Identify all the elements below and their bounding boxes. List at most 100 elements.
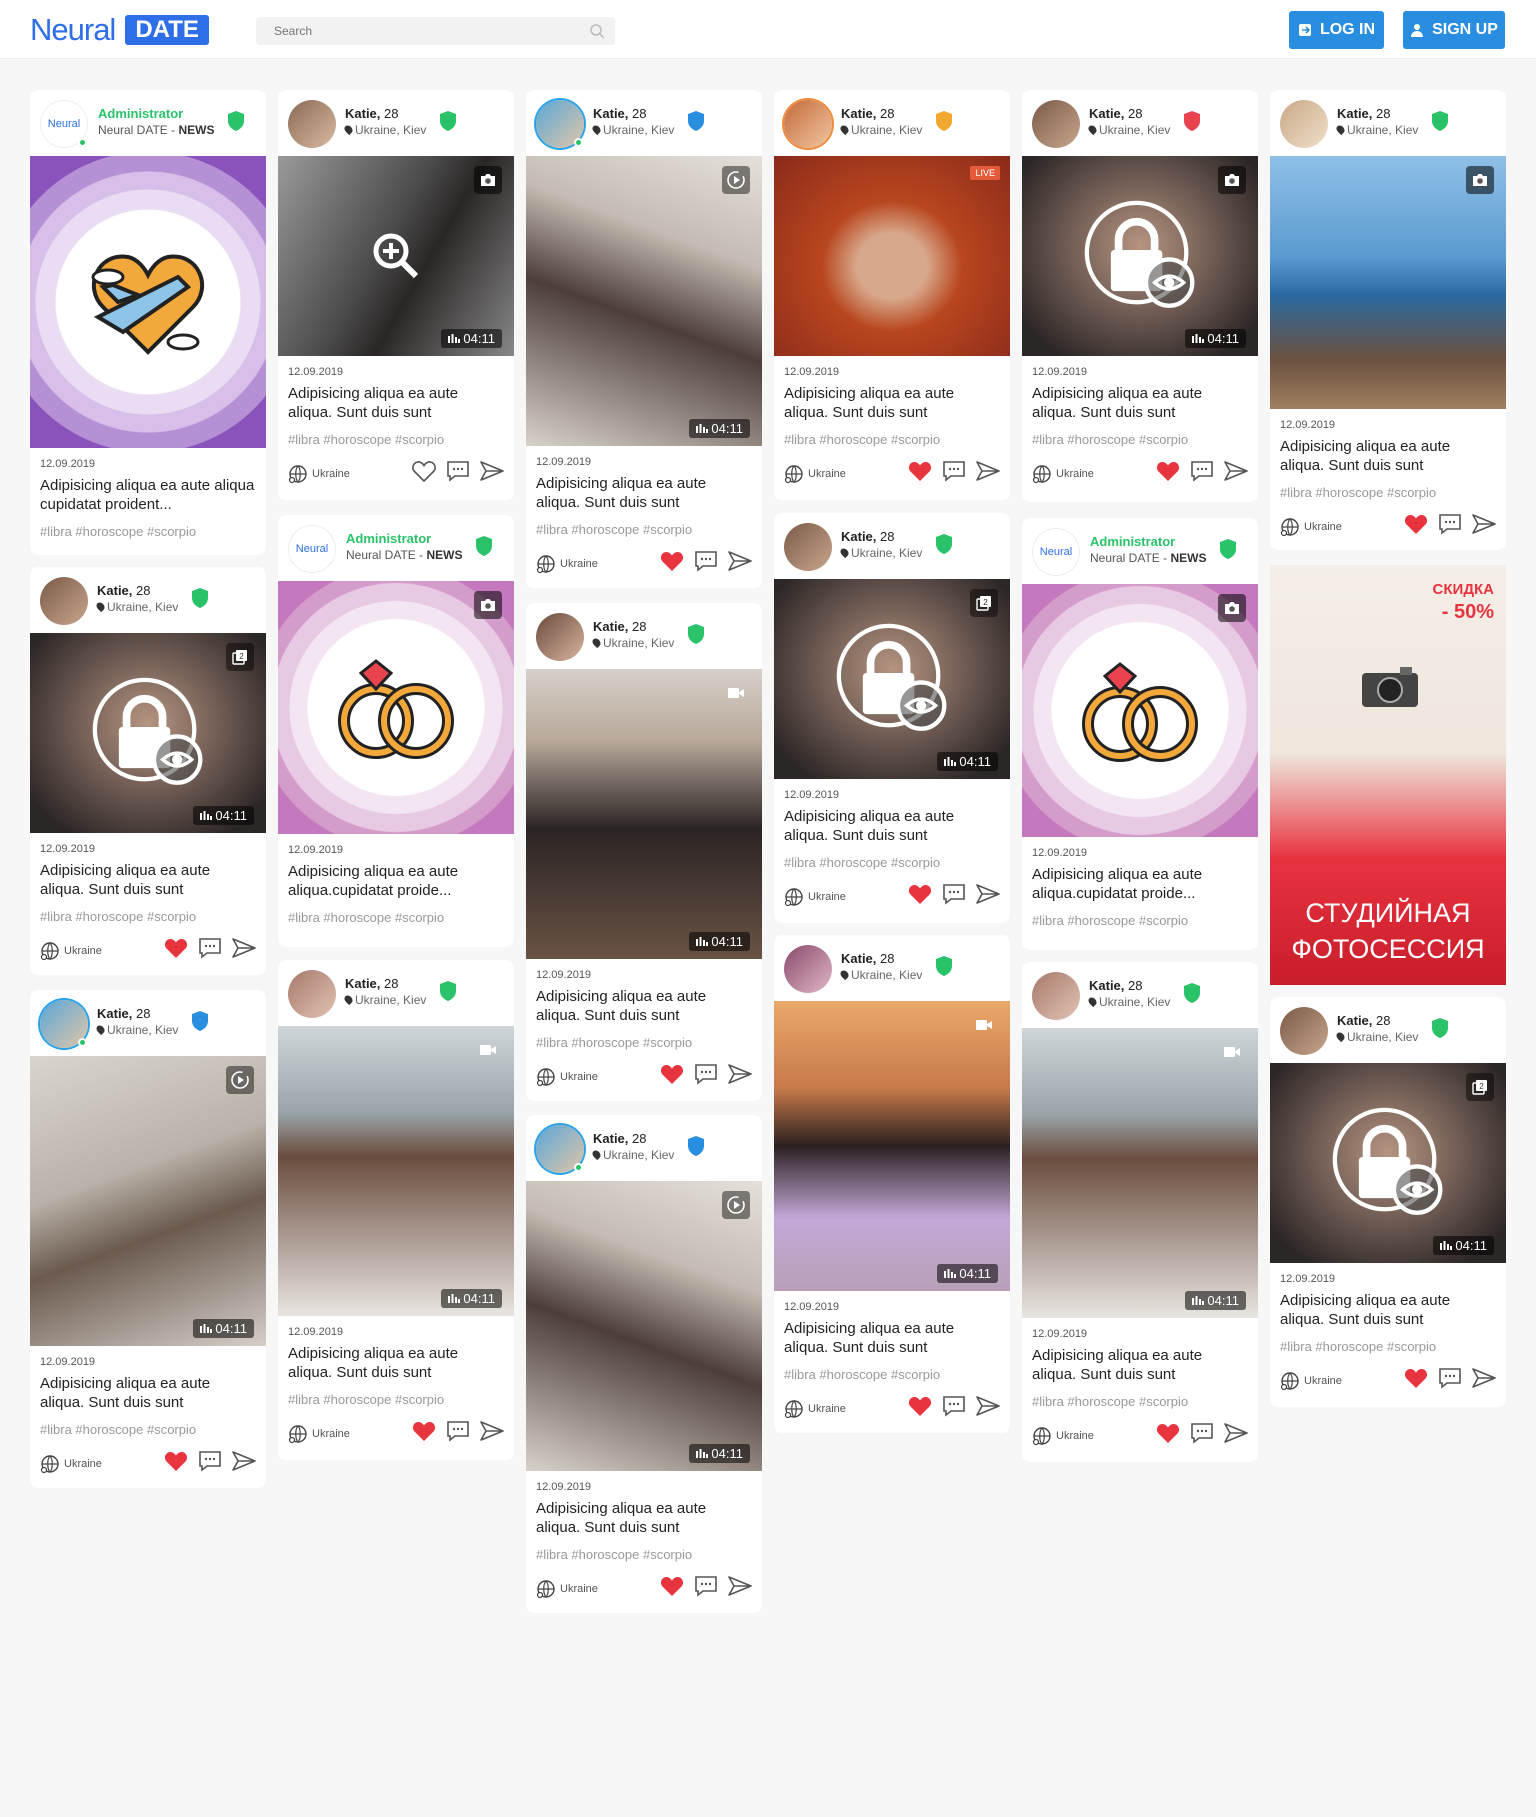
share-icon[interactable]: [1472, 513, 1496, 535]
post-video[interactable]: 04:11: [526, 156, 762, 446]
comment-icon[interactable]: [942, 883, 966, 905]
avatar[interactable]: [784, 945, 832, 993]
promo-banner[interactable]: СКИДКА - 50% СТУДИЙНАЯ ФОТОСЕССИЯ: [1270, 565, 1506, 985]
post-image[interactable]: [1022, 584, 1258, 837]
comment-icon[interactable]: [1438, 513, 1462, 535]
post-text[interactable]: Adipisicing aliqua ea aute aliqua. Sunt …: [536, 474, 752, 512]
share-icon[interactable]: [480, 1420, 504, 1442]
post-text[interactable]: Adipisicing aliqua ea aute aliqua. Sunt …: [1280, 437, 1496, 475]
post-tags[interactable]: #libra #horoscope #scorpio: [536, 1035, 752, 1050]
search-icon[interactable]: [589, 23, 605, 39]
post-tags[interactable]: #libra #horoscope #scorpio: [1032, 432, 1248, 447]
post-card[interactable]: Katie, 28 Ukraine, Kiev 04:11 12.09.2019…: [30, 567, 266, 975]
post-video[interactable]: 04:11: [1022, 1028, 1258, 1318]
like-heart-icon[interactable]: [908, 1395, 932, 1417]
locked-media[interactable]: 04:11: [30, 633, 266, 833]
replay-icon[interactable]: [722, 166, 750, 194]
post-text[interactable]: Adipisicing aliqua ea aute aliqua. Sunt …: [536, 987, 752, 1025]
live-stream[interactable]: LIVE: [774, 156, 1010, 356]
comment-icon[interactable]: [446, 1420, 470, 1442]
post-tags[interactable]: #libra #horoscope #scorpio: [1280, 1339, 1496, 1354]
user-name[interactable]: Katie, 28: [97, 1006, 151, 1021]
avatar[interactable]: [784, 100, 832, 148]
user-name[interactable]: Katie, 28: [593, 1131, 647, 1146]
post-text[interactable]: Adipisicing aliqua ea aute aliqua. Sunt …: [288, 384, 504, 422]
post-tags[interactable]: #libra #horoscope #scorpio: [40, 524, 256, 539]
signup-button[interactable]: SIGN UP: [1403, 11, 1505, 49]
comment-icon[interactable]: [694, 1575, 718, 1597]
post-tags[interactable]: #libra #horoscope #scorpio: [536, 522, 752, 537]
user-name[interactable]: Katie, 28: [345, 976, 399, 991]
share-icon[interactable]: [232, 937, 256, 959]
share-icon[interactable]: [976, 883, 1000, 905]
share-icon[interactable]: [728, 1575, 752, 1597]
locked-media[interactable]: 04:11: [1270, 1063, 1506, 1263]
news-card[interactable]: Neural Administrator Neural DATE - NEWS …: [278, 515, 514, 947]
search-input[interactable]: [256, 17, 556, 45]
avatar[interactable]: [40, 577, 88, 625]
comment-icon[interactable]: [198, 1450, 222, 1472]
post-card[interactable]: Katie, 28 Ukraine, Kiev 04:11 12.09.2019…: [774, 935, 1010, 1433]
like-heart-icon[interactable]: [1404, 1367, 1428, 1389]
post-card[interactable]: Katie, 28 Ukraine, Kiev 04:11 12.09.2019…: [774, 513, 1010, 923]
share-icon[interactable]: [976, 460, 1000, 482]
post-card[interactable]: Katie, 28 Ukraine, Kiev 04:11 12.09.2019…: [278, 960, 514, 1460]
avatar[interactable]: [288, 970, 336, 1018]
share-icon[interactable]: [728, 550, 752, 572]
post-text[interactable]: Adipisicing aliqua ea aute aliqua. Sunt …: [1032, 384, 1248, 422]
locked-media[interactable]: 04:11: [1022, 156, 1258, 356]
user-name[interactable]: Katie, 28: [1337, 106, 1391, 121]
post-text[interactable]: Adipisicing aliqua ea aute aliqua. Sunt …: [1032, 1346, 1248, 1384]
share-icon[interactable]: [1472, 1367, 1496, 1389]
user-name[interactable]: Katie, 28: [593, 619, 647, 634]
admin-avatar[interactable]: Neural: [288, 525, 336, 573]
comment-icon[interactable]: [446, 460, 470, 482]
like-heart-icon[interactable]: [660, 550, 684, 572]
like-heart-icon[interactable]: [660, 1575, 684, 1597]
avatar[interactable]: [1280, 100, 1328, 148]
logo[interactable]: Neural DATE: [30, 12, 209, 47]
admin-name[interactable]: Administrator: [98, 106, 183, 121]
post-text[interactable]: Adipisicing aliqua ea aute aliqua. Sunt …: [536, 1499, 752, 1537]
post-card[interactable]: Katie, 28 Ukraine, Kiev 04:11 12.09.2019…: [526, 603, 762, 1101]
post-tags[interactable]: #libra #horoscope #scorpio: [784, 855, 1000, 870]
user-name[interactable]: Katie, 28: [1337, 1013, 1391, 1028]
user-name[interactable]: Katie, 28: [841, 106, 895, 121]
post-tags[interactable]: #libra #horoscope #scorpio: [40, 1422, 256, 1437]
user-name[interactable]: Katie, 28: [593, 106, 647, 121]
post-text[interactable]: Adipisicing aliqua ea aute aliqua. Sunt …: [288, 1344, 504, 1382]
like-heart-icon[interactable]: [412, 1420, 436, 1442]
share-icon[interactable]: [1224, 460, 1248, 482]
zoom-icon[interactable]: [371, 231, 421, 281]
avatar[interactable]: [1280, 1007, 1328, 1055]
post-card[interactable]: Katie, 28 Ukraine, Kiev 04:11 12.09.2019…: [1270, 997, 1506, 1407]
post-image[interactable]: [1270, 156, 1506, 409]
replay-icon[interactable]: [226, 1066, 254, 1094]
post-card[interactable]: Katie, 28 Ukraine, Kiev LIVE 12.09.2019 …: [774, 90, 1010, 500]
post-video[interactable]: 04:11: [526, 1181, 762, 1471]
post-card[interactable]: Katie, 28 Ukraine, Kiev 04:11 12.09.2019…: [526, 90, 762, 588]
post-video[interactable]: 04:11: [278, 1026, 514, 1316]
post-image[interactable]: 04:11: [278, 156, 514, 356]
post-text[interactable]: Adipisicing aliqua ea aute aliqua. Sunt …: [40, 861, 256, 899]
post-text[interactable]: Adipisicing aliqua ea aute aliqua. Sunt …: [1280, 1291, 1496, 1329]
share-icon[interactable]: [976, 1395, 1000, 1417]
post-tags[interactable]: #libra #horoscope #scorpio: [536, 1547, 752, 1562]
news-card[interactable]: Neural Administrator Neural DATE - NEWS …: [1022, 518, 1258, 950]
comment-icon[interactable]: [198, 937, 222, 959]
comment-icon[interactable]: [942, 460, 966, 482]
locked-media[interactable]: 04:11: [774, 579, 1010, 779]
post-tags[interactable]: #libra #horoscope #scorpio: [288, 910, 504, 925]
user-name[interactable]: Katie, 28: [1089, 978, 1143, 993]
post-video[interactable]: 04:11: [30, 1056, 266, 1346]
post-tags[interactable]: #libra #horoscope #scorpio: [1280, 485, 1496, 500]
post-tags[interactable]: #libra #horoscope #scorpio: [784, 1367, 1000, 1382]
news-card[interactable]: Neural Administrator Neural DATE - NEWS …: [30, 90, 266, 555]
like-heart-icon[interactable]: [412, 460, 436, 482]
post-image[interactable]: [278, 581, 514, 834]
user-name[interactable]: Katie, 28: [841, 951, 895, 966]
user-name[interactable]: Katie, 28: [1089, 106, 1143, 121]
post-tags[interactable]: #libra #horoscope #scorpio: [1032, 913, 1248, 928]
post-text[interactable]: Adipisicing aliqua ea aute aliqua cupida…: [40, 476, 256, 514]
post-card[interactable]: Katie, 28 Ukraine, Kiev 04:11 12.09.2019…: [1022, 90, 1258, 502]
